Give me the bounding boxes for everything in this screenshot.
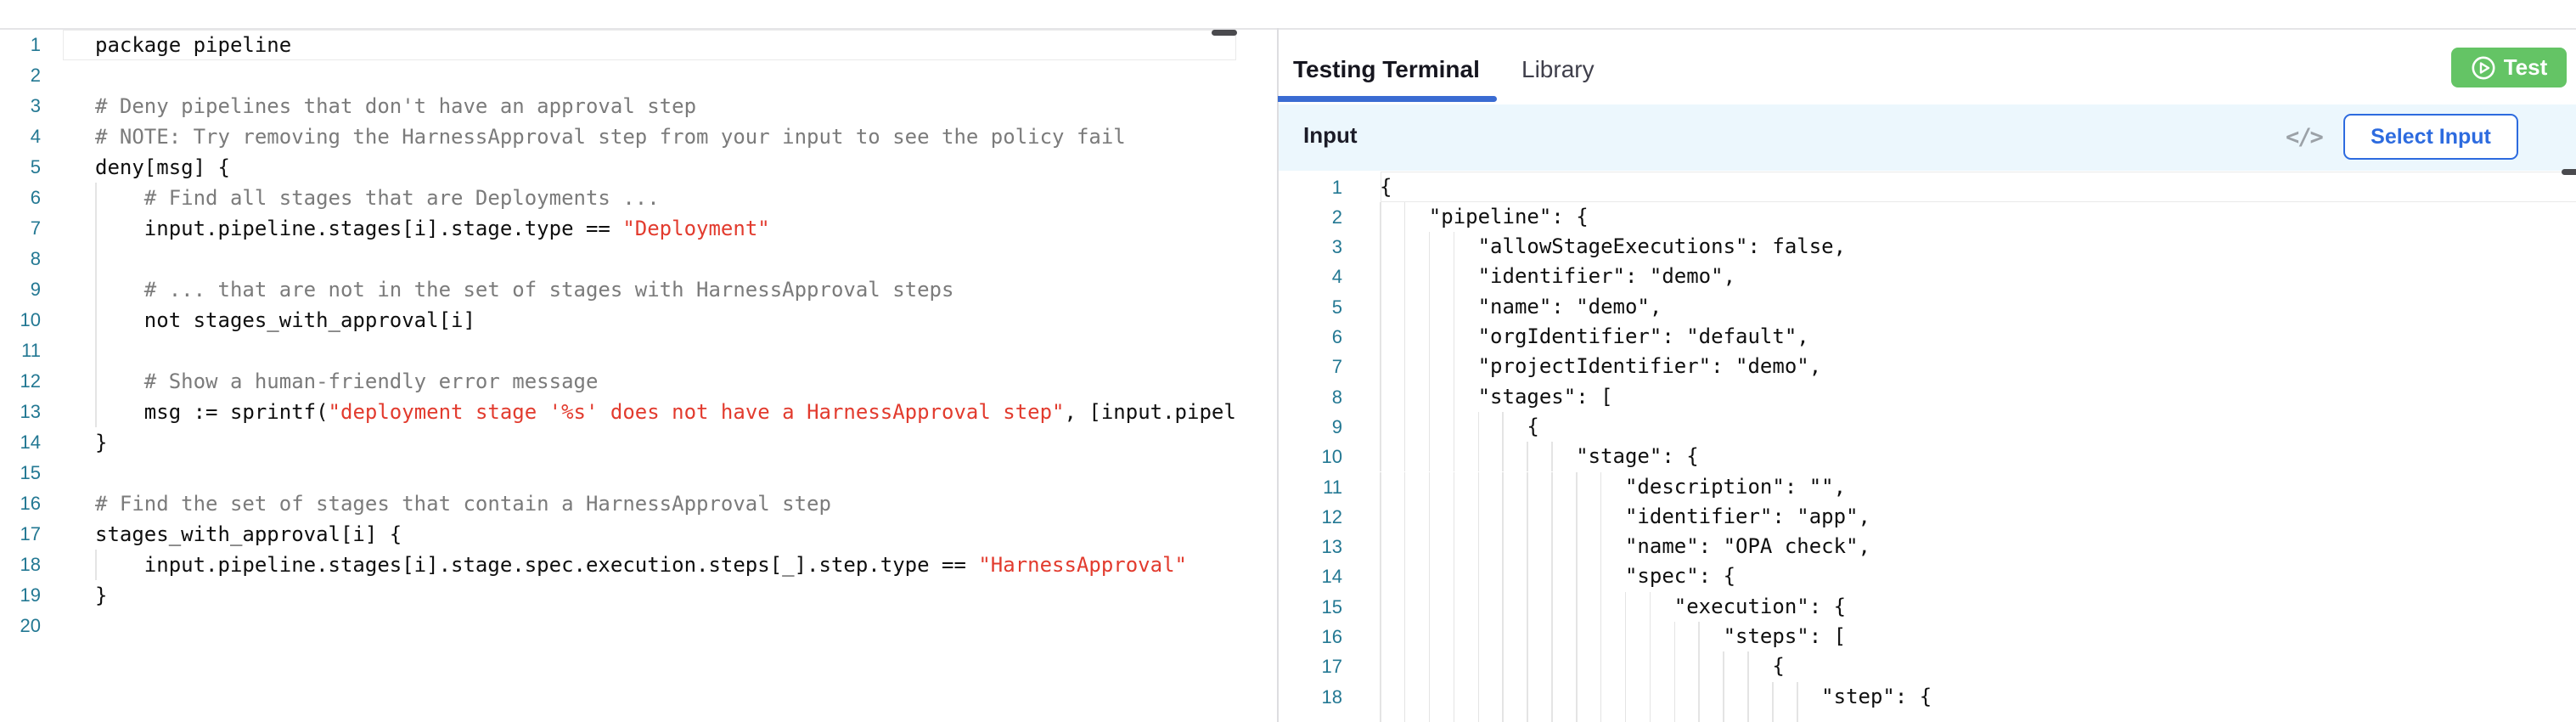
code-line[interactable]: { bbox=[1380, 651, 1785, 681]
code-line[interactable] bbox=[95, 244, 144, 274]
line-number: 15 bbox=[0, 458, 41, 488]
line-number: 1 bbox=[0, 30, 41, 60]
code-line[interactable]: "identifier": "app", bbox=[1380, 502, 1870, 532]
current-line-highlight bbox=[1381, 172, 2576, 202]
code-line[interactable]: "pipeline": { bbox=[1380, 202, 1589, 232]
line-number: 13 bbox=[1279, 532, 1342, 561]
select-input-button[interactable]: Select Input bbox=[2343, 114, 2518, 160]
policy-studio: 1package pipeline23# Deny pipelines that… bbox=[0, 0, 2576, 722]
line-number: 6 bbox=[1279, 322, 1342, 352]
code-line[interactable]: input.pipeline.stages[i].stage.spec.exec… bbox=[95, 550, 1187, 580]
code-line[interactable]: not stages_with_approval[i] bbox=[95, 305, 475, 336]
line-number: 9 bbox=[1279, 412, 1342, 442]
code-line[interactable]: "orgIdentifier": "default", bbox=[1380, 322, 1809, 352]
line-number: 4 bbox=[0, 121, 41, 152]
line-number: 16 bbox=[1279, 622, 1342, 651]
code-line[interactable]: "spec": { bbox=[1380, 561, 1735, 591]
line-number: 11 bbox=[0, 336, 41, 366]
line-number: 11 bbox=[1279, 472, 1342, 502]
line-number: 7 bbox=[1279, 352, 1342, 381]
code-line[interactable]: # Find the set of stages that contain a … bbox=[95, 488, 831, 519]
code-line[interactable]: "projectIdentifier": "demo", bbox=[1380, 352, 1821, 381]
line-number: 17 bbox=[1279, 651, 1342, 681]
line-number: 8 bbox=[1279, 382, 1342, 412]
line-number: 3 bbox=[0, 91, 41, 121]
line-number: 7 bbox=[0, 213, 41, 244]
code-line[interactable]: "stage": { bbox=[1380, 442, 1699, 471]
code-line[interactable]: # NOTE: Try removing the HarnessApproval… bbox=[95, 121, 1126, 152]
code-icon[interactable]: </> bbox=[2286, 124, 2322, 150]
line-number: 19 bbox=[0, 580, 41, 611]
line-number: 16 bbox=[0, 488, 41, 519]
line-number: 17 bbox=[0, 519, 41, 550]
code-line[interactable]: "name": "OPA check", bbox=[1380, 532, 1870, 561]
code-line[interactable]: # ... that are not in the set of stages … bbox=[95, 274, 953, 305]
tab-library[interactable]: Library bbox=[1521, 53, 1595, 87]
line-number: 20 bbox=[0, 611, 41, 641]
line-number: 4 bbox=[1279, 262, 1342, 291]
line-number: 1 bbox=[1279, 172, 1342, 202]
line-number: 14 bbox=[0, 427, 41, 458]
code-line[interactable]: "identifier": "demo", bbox=[1380, 262, 1735, 291]
line-number: 12 bbox=[1279, 502, 1342, 532]
line-number: 3 bbox=[1279, 232, 1342, 262]
line-number: 10 bbox=[0, 305, 41, 336]
code-line[interactable]: # Deny pipelines that don't have an appr… bbox=[95, 91, 696, 121]
line-number: 10 bbox=[1279, 442, 1342, 471]
code-line[interactable]: # Find all stages that are Deployments .… bbox=[95, 183, 660, 213]
code-line[interactable]: } bbox=[95, 580, 107, 611]
code-line[interactable]: { bbox=[1380, 412, 1539, 442]
line-number: 5 bbox=[0, 152, 41, 183]
tab-testing-terminal[interactable]: Testing Terminal bbox=[1293, 53, 1480, 87]
line-number: 15 bbox=[1279, 592, 1342, 622]
top-bar bbox=[0, 0, 2576, 30]
code-line[interactable]: "description": "", bbox=[1380, 472, 1846, 502]
play-circle-icon bbox=[2471, 55, 2496, 81]
code-line[interactable] bbox=[95, 336, 144, 366]
active-tab-underline bbox=[1278, 96, 1497, 102]
code-line[interactable]: deny[msg] { bbox=[95, 152, 230, 183]
test-button-label: Test bbox=[2504, 54, 2548, 81]
code-line[interactable]: package pipeline bbox=[95, 30, 291, 60]
line-number: 5 bbox=[1279, 292, 1342, 322]
code-line[interactable]: # Show a human-friendly error message bbox=[95, 366, 598, 397]
code-line[interactable]: msg := sprintf("deployment stage '%s' do… bbox=[95, 397, 1236, 427]
code-line[interactable]: "steps": [ bbox=[1380, 622, 1846, 651]
line-number: 6 bbox=[0, 183, 41, 213]
scrollbar-thumb[interactable] bbox=[1212, 30, 1237, 36]
line-number: 8 bbox=[0, 244, 41, 274]
line-number: 12 bbox=[0, 366, 41, 397]
code-line[interactable]: "stages": [ bbox=[1380, 382, 1613, 412]
line-number: 13 bbox=[0, 397, 41, 427]
code-line[interactable]: } bbox=[95, 427, 107, 458]
code-line[interactable]: "step": { bbox=[1380, 682, 1932, 712]
line-number: 9 bbox=[0, 274, 41, 305]
code-line[interactable]: "execution": { bbox=[1380, 592, 1846, 622]
code-line[interactable]: stages_with_approval[i] { bbox=[95, 519, 402, 550]
code-line[interactable]: input.pipeline.stages[i].stage.type == "… bbox=[95, 213, 770, 244]
line-number: 14 bbox=[1279, 561, 1342, 591]
line-number: 18 bbox=[1279, 682, 1342, 712]
line-number: 18 bbox=[0, 550, 41, 580]
test-button[interactable]: Test bbox=[2451, 48, 2567, 87]
input-title: Input bbox=[1303, 122, 1358, 149]
code-line[interactable]: { bbox=[1380, 172, 1392, 202]
code-line[interactable]: "allowStageExecutions": false, bbox=[1380, 232, 1846, 262]
line-number: 2 bbox=[0, 60, 41, 91]
scrollbar-thumb[interactable] bbox=[2562, 169, 2576, 175]
code-line[interactable]: "name": "demo", bbox=[1380, 292, 1662, 322]
line-number: 2 bbox=[1279, 202, 1342, 232]
